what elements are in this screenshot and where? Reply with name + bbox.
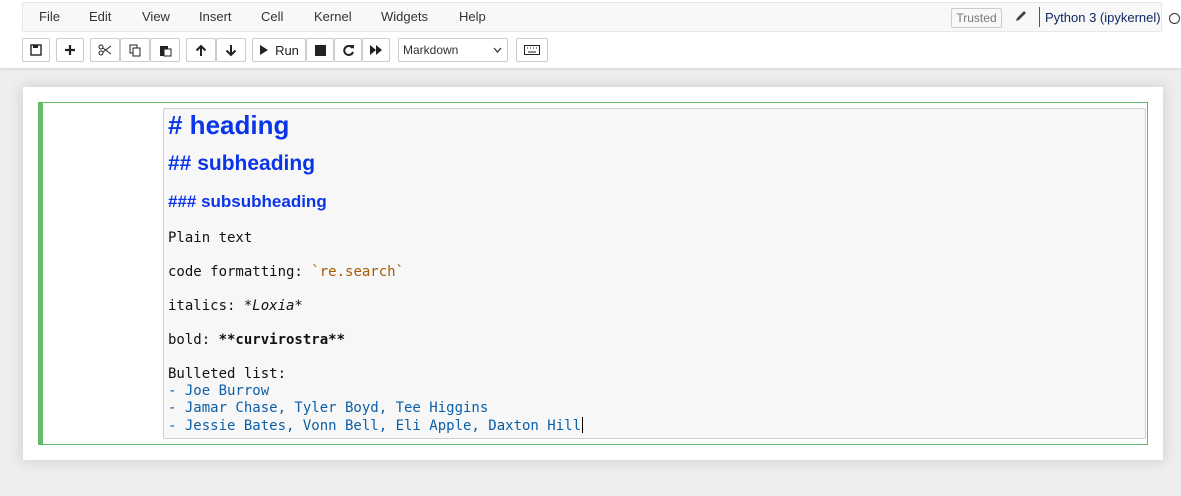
- paste-icon: [159, 44, 172, 57]
- list-item: - Joe Burrow: [168, 383, 270, 399]
- subheading-line: ## subheading: [168, 152, 316, 175]
- edit-mode-pencil-icon: [1013, 9, 1029, 25]
- paste-button[interactable]: [150, 38, 180, 62]
- run-button[interactable]: Run: [252, 38, 306, 62]
- cut-button[interactable]: [90, 38, 120, 62]
- list-item: - Jamar Chase, Tyler Boyd, Tee Higgins: [168, 400, 489, 416]
- trusted-indicator[interactable]: Trusted: [951, 8, 1002, 28]
- menu-cell[interactable]: Cell: [261, 9, 283, 24]
- kernel-name[interactable]: Python 3 (ipykernel): [1045, 10, 1161, 25]
- bulleted-list-heading: Bulleted list:: [168, 366, 287, 382]
- play-icon: [259, 44, 269, 56]
- list-item-last: - Jessie Bates, Vonn Bell, Eli Apple, Da…: [168, 417, 584, 434]
- text-cursor: [582, 417, 584, 433]
- save-icon: [30, 44, 42, 56]
- bold-label: bold:: [168, 332, 219, 348]
- menu-widgets[interactable]: Widgets: [381, 9, 428, 24]
- keyboard-icon: [524, 45, 540, 55]
- command-palette-button[interactable]: [516, 38, 548, 62]
- copy-icon: [129, 44, 142, 57]
- bold-value: **curvirostra**: [218, 332, 346, 348]
- cell-editor[interactable]: # heading ## subheading ### subsubheadin…: [163, 108, 1146, 439]
- plain-text-line: Plain text: [168, 230, 253, 246]
- move-down-button[interactable]: [216, 38, 246, 62]
- menu-file[interactable]: File: [39, 9, 60, 24]
- menu-bar: File Edit View Insert Cell Kernel Widget…: [22, 2, 1180, 32]
- bold-line: bold: **curvirostra**: [168, 332, 345, 348]
- cell-type-select[interactable]: Markdown: [398, 38, 508, 62]
- code-value: `re.search`: [311, 264, 405, 280]
- restart-button[interactable]: [334, 38, 362, 62]
- chevron-down-icon: [493, 39, 502, 68]
- insert-cell-button[interactable]: [56, 38, 84, 62]
- italics-line: italics: *Loxia*: [168, 298, 303, 314]
- notebook-container: # heading ## subheading ### subsubheadin…: [23, 87, 1163, 460]
- restart-icon: [342, 44, 355, 57]
- italics-value: *Loxia*: [243, 298, 303, 314]
- scissors-icon: [98, 44, 112, 56]
- copy-button[interactable]: [120, 38, 150, 62]
- heading-line: # heading: [168, 110, 290, 140]
- restart-run-all-button[interactable]: [362, 38, 390, 62]
- kernel-separator: [1039, 7, 1040, 27]
- kernel-idle-icon: [1169, 13, 1180, 24]
- arrow-up-icon: [195, 44, 207, 57]
- code-label: code formatting:: [168, 264, 312, 280]
- run-label: Run: [275, 42, 299, 58]
- menu-edit[interactable]: Edit: [89, 9, 111, 24]
- arrow-down-icon: [225, 44, 237, 57]
- notebook-header: File Edit View Insert Cell Kernel Widget…: [0, 0, 1181, 68]
- menu-help[interactable]: Help: [459, 9, 486, 24]
- subsubheading-line: ### subsubheading: [168, 192, 327, 211]
- plus-icon: [64, 44, 76, 56]
- italics-label: italics:: [168, 298, 244, 314]
- menu-view[interactable]: View: [142, 9, 170, 24]
- menu-insert[interactable]: Insert: [199, 9, 232, 24]
- interrupt-button[interactable]: [306, 38, 334, 62]
- fast-forward-icon: [369, 44, 383, 56]
- stop-icon: [314, 44, 326, 56]
- save-button[interactable]: [22, 38, 50, 62]
- code-formatting-line: code formatting: `re.search`: [168, 264, 404, 280]
- markdown-cell[interactable]: # heading ## subheading ### subsubheadin…: [38, 102, 1148, 445]
- cell-type-value: Markdown: [403, 43, 459, 57]
- list-item-text: - Jessie Bates, Vonn Bell, Eli Apple, Da…: [168, 418, 582, 434]
- move-up-button[interactable]: [186, 38, 216, 62]
- menu-kernel[interactable]: Kernel: [314, 9, 352, 24]
